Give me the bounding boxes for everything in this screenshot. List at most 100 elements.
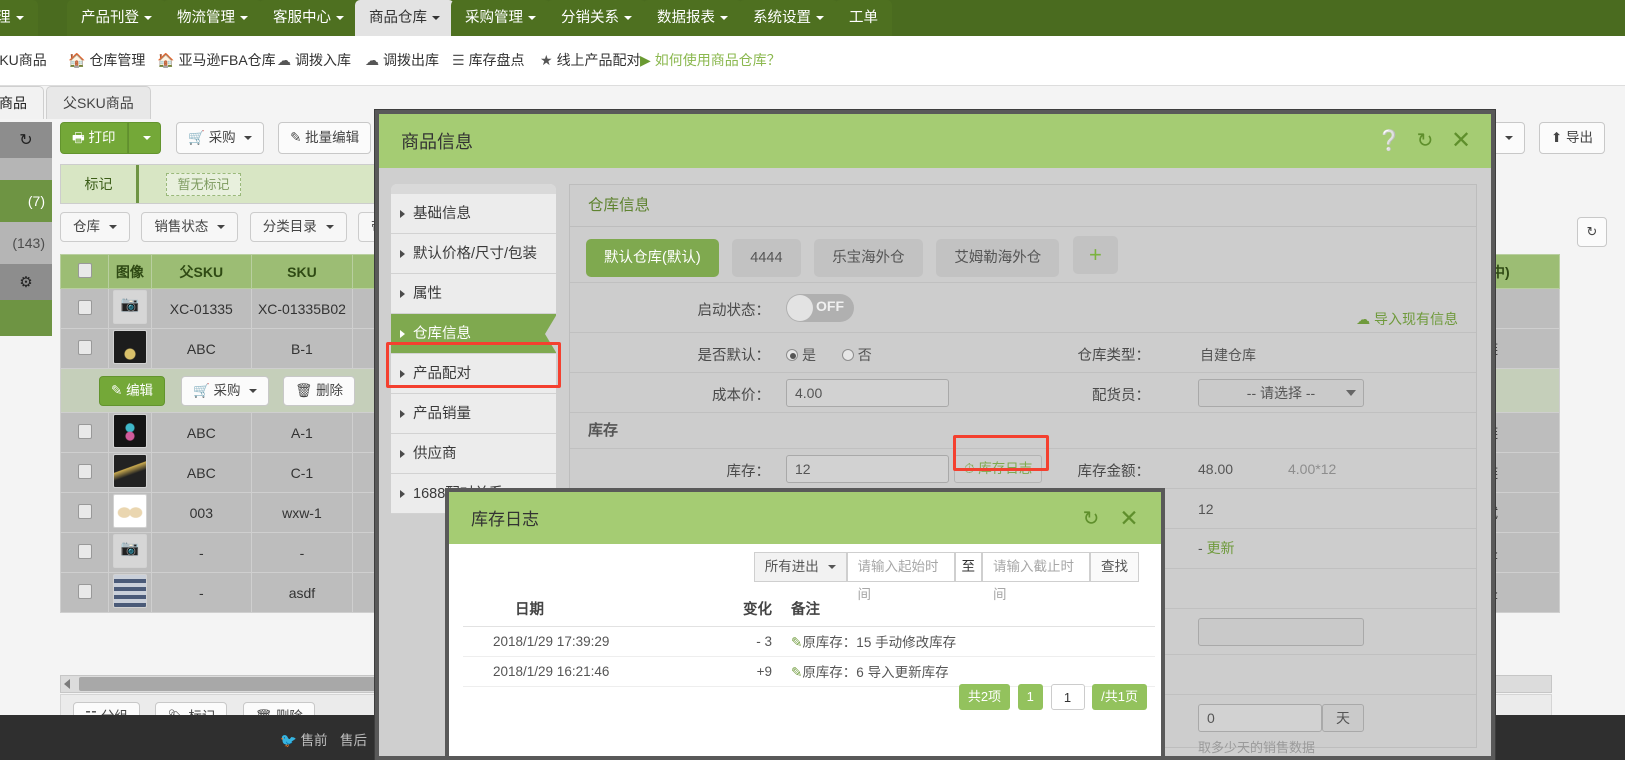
purchase-button[interactable]: 🛒 采购	[176, 122, 265, 154]
row-checkbox[interactable]	[77, 503, 92, 519]
sidebar-item-product-match[interactable]: 产品配对	[391, 354, 556, 394]
filter-category[interactable]: 分类目录	[249, 212, 347, 242]
rail-gear-icon[interactable]: ⚙	[0, 264, 52, 300]
footer-presale[interactable]: 🐦 售前	[280, 729, 328, 749]
is-default-radio-group[interactable]: 是 否	[786, 345, 872, 365]
subnav-item-transfer-in[interactable]: ☁ 调拨入库	[277, 50, 351, 70]
update-link[interactable]: 更新	[1207, 540, 1235, 556]
nav-item-7[interactable]: 数据报表	[643, 0, 742, 36]
pager-label: /共1页	[1101, 689, 1138, 704]
sidebar-item-warehouse-info[interactable]: 仓库信息	[391, 314, 557, 354]
rail-count-selected[interactable]: (7)	[0, 180, 52, 222]
scroll-left-arrow-icon[interactable]	[64, 679, 70, 689]
row-checkbox-cell	[59, 412, 110, 453]
label-text: 库存金额：	[1077, 464, 1151, 480]
nav-label: 数据报表	[657, 10, 715, 26]
footer-aftersale[interactable]: 售后	[340, 729, 367, 749]
refresh-icon[interactable]: ↻	[1077, 504, 1105, 532]
rail-refresh-icon[interactable]: ↻	[0, 122, 52, 158]
misc-input[interactable]	[1198, 618, 1364, 646]
subnav-item-fba[interactable]: 🏠 亚马逊FBA仓库	[157, 50, 276, 70]
rail-count-total[interactable]: (143)	[0, 222, 52, 264]
cost-price-input[interactable]	[786, 379, 949, 407]
mark-empty-placeholder[interactable]: 暂无标记	[166, 173, 241, 196]
refresh-icon[interactable]: ↻	[1411, 126, 1439, 154]
nav-item-1[interactable]: 产品刊登	[67, 0, 166, 36]
row-checkbox[interactable]	[77, 299, 92, 315]
import-existing-info-link[interactable]: ☁ 导入现有信息	[1356, 309, 1458, 329]
subnav-item-stocktake[interactable]: ☰ 库存盘点	[452, 50, 525, 70]
cell-text: wxw-1	[282, 504, 322, 521]
nav-item-8[interactable]: 系统设置	[739, 0, 838, 36]
log-type-select[interactable]: 所有进出	[753, 552, 847, 582]
row-sku: XC-01335B02	[251, 288, 353, 329]
row-checkbox[interactable]	[77, 583, 92, 599]
print-dropdown-button[interactable]	[127, 122, 161, 154]
row-purchase-button[interactable]: 🛒 采购	[180, 375, 270, 406]
right-refresh-icon[interactable]: ↻	[1577, 217, 1607, 247]
print-button[interactable]: 🖶 打印	[60, 122, 128, 154]
stock-input[interactable]	[786, 455, 949, 483]
nav-item-3[interactable]: 客服中心	[259, 0, 358, 36]
log-between-label: 至	[954, 552, 982, 582]
row-delete-button[interactable]: 🗑 删除	[283, 375, 356, 406]
toggle-knob	[787, 295, 813, 321]
pager-page-input[interactable]: 1	[1050, 684, 1085, 710]
product-thumbnail	[112, 330, 147, 364]
subnav-item-sku[interactable]: SKU商品	[0, 50, 47, 70]
add-warehouse-button[interactable]: +	[1072, 236, 1118, 274]
sidebar-item-product-sales[interactable]: 产品销量	[391, 394, 556, 434]
nav-item-5[interactable]: 采购管理	[451, 0, 550, 36]
row-checkbox[interactable]	[77, 543, 92, 559]
sidebar-item-attributes[interactable]: 属性	[391, 274, 556, 314]
nav-item-4[interactable]: 商品仓库	[355, 0, 454, 36]
tab-parent-sku-products[interactable]: 父SKU商品	[46, 86, 151, 119]
nav-item-6[interactable]: 分销关系	[547, 0, 646, 36]
row-checkbox[interactable]	[77, 463, 92, 479]
row-edit-button[interactable]: ✎ 编辑	[99, 375, 166, 406]
sidebar-item-basic-info[interactable]: 基础信息	[391, 194, 556, 234]
log-start-date-input[interactable]: 请输入起始时间	[846, 552, 955, 602]
filter-sales-status[interactable]: 销售状态	[141, 212, 239, 242]
filter-warehouse[interactable]: 仓库	[60, 212, 130, 242]
warehouse-chip-4444[interactable]: 4444	[732, 239, 801, 277]
picker-select[interactable]: -- 请选择 --	[1198, 379, 1364, 407]
log-end-date-input[interactable]: 请输入截止时间	[982, 552, 1090, 602]
batch-edit-button[interactable]: ✎ 批量编辑	[278, 122, 372, 154]
row-checkbox[interactable]	[77, 423, 92, 439]
pager-page-1[interactable]: 1	[1017, 684, 1043, 710]
days-input[interactable]	[1198, 704, 1322, 732]
help-icon[interactable]: ❔	[1375, 126, 1403, 154]
close-icon[interactable]: ✕	[1447, 126, 1475, 154]
select-all-checkbox[interactable]	[77, 262, 92, 278]
tab-products[interactable]: 商品	[0, 86, 44, 119]
nav-item-9[interactable]: 工单	[835, 0, 892, 36]
value-update: - 更新	[1198, 538, 1235, 558]
enable-state-toggle[interactable]: OFF	[786, 294, 854, 322]
log-search-button[interactable]: 查找	[1090, 552, 1139, 582]
btn-label: 批量编辑	[305, 130, 360, 145]
warehouse-chip-aimule[interactable]: 艾姆勒海外仓	[936, 239, 1060, 277]
toggle-state-label: OFF	[816, 298, 844, 314]
home-icon: 🏠	[157, 52, 175, 68]
warehouse-chip-default[interactable]: 默认仓库(默认)	[586, 239, 719, 277]
radio-yes[interactable]	[786, 349, 798, 361]
subnav-item-transfer-out[interactable]: ☁ 调拨出库	[365, 50, 439, 70]
warehouse-chip-lebao[interactable]: 乐宝海外仓	[814, 239, 923, 277]
close-icon[interactable]: ✕	[1115, 504, 1143, 532]
subnav-item-help[interactable]: ▶ 如何使用商品仓库？	[640, 50, 781, 70]
chevron-down-icon	[144, 16, 152, 21]
export-button[interactable]: ⬆ 导出	[1538, 122, 1605, 154]
cell-text: 2018/1/29 16:21:46	[493, 663, 610, 679]
nav-item-0[interactable]: 理	[0, 0, 38, 36]
nav-label: 采购管理	[465, 10, 523, 26]
sidebar-item-default-price[interactable]: 默认价格/尺寸/包装	[391, 234, 556, 274]
row-checkbox[interactable]	[77, 339, 92, 355]
list-icon: ☰	[452, 52, 465, 68]
subnav-item-online-match[interactable]: ★ 线上产品配对	[540, 50, 641, 70]
subnav-item-warehouse-mgmt[interactable]: 🏠 仓库管理	[68, 50, 145, 70]
product-thumbnail-placeholder-icon	[112, 290, 147, 324]
nav-item-2[interactable]: 物流管理	[163, 0, 262, 36]
sidebar-item-supplier[interactable]: 供应商	[391, 434, 556, 474]
radio-no[interactable]	[841, 349, 854, 361]
